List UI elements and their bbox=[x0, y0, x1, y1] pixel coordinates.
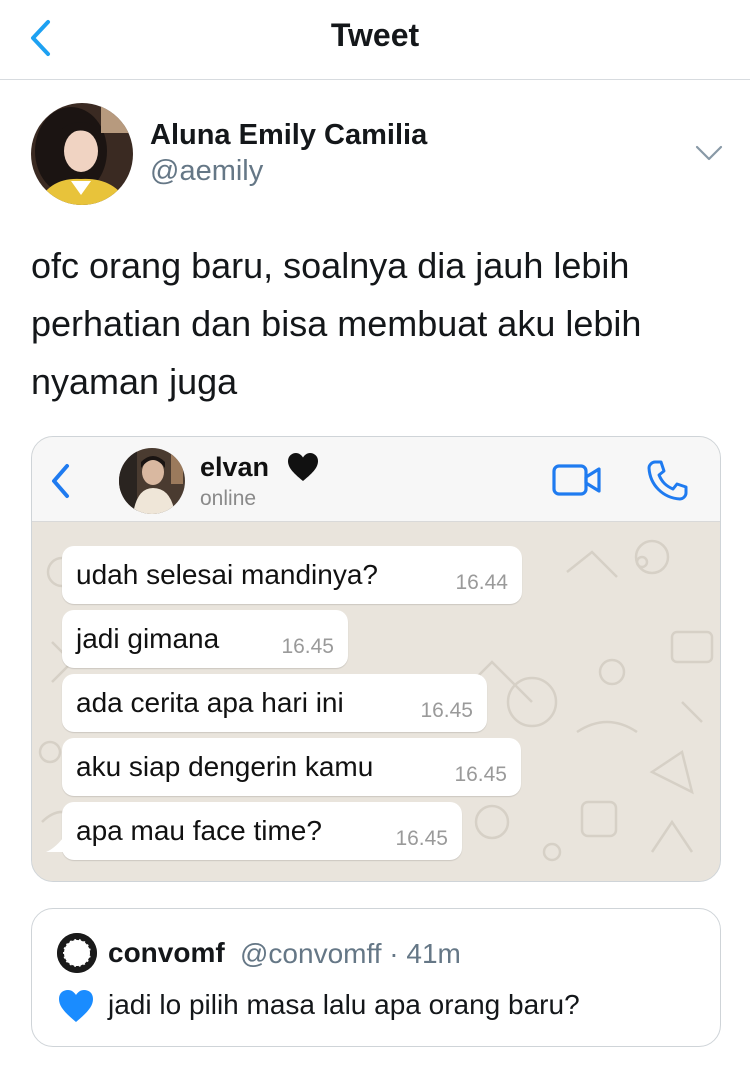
contact-name: elvan bbox=[200, 452, 270, 482]
quoted-author-avatar bbox=[57, 933, 97, 973]
message-time: 16.45 bbox=[420, 699, 473, 722]
video-call-icon bbox=[552, 464, 601, 496]
chat-header: elvan online bbox=[32, 437, 720, 522]
top-nav-bar: Tweet bbox=[0, 0, 750, 80]
author-handle[interactable]: @aemily bbox=[150, 155, 263, 188]
message-time: 16.45 bbox=[281, 635, 334, 658]
message-bubble: ada cerita apa hari ini 16.45 bbox=[62, 674, 487, 732]
author-avatar[interactable] bbox=[31, 103, 133, 205]
black-heart-icon bbox=[288, 453, 318, 481]
message-bubble: aku siap dengerin kamu 16.45 bbox=[62, 738, 521, 796]
message-bubble: apa mau face time? 16.45 bbox=[62, 802, 462, 860]
contact-avatar bbox=[119, 448, 185, 514]
blue-heart-icon bbox=[59, 990, 93, 1022]
bubble-tail bbox=[46, 834, 66, 852]
author-avatar-photo bbox=[31, 103, 133, 205]
message-time: 16.45 bbox=[454, 763, 507, 786]
message-text: udah selesai mandinya? bbox=[76, 559, 378, 590]
quoted-author-name: convomf bbox=[108, 937, 225, 968]
page-title: Tweet bbox=[330, 17, 420, 53]
message-text: apa mau face time? bbox=[76, 815, 322, 846]
message-bubble: jadi gimana 16.45 bbox=[62, 610, 348, 668]
phone-call-icon bbox=[647, 460, 688, 501]
quoted-tweet-text: jadi lo pilih masa lalu apa orang baru? bbox=[108, 989, 580, 1020]
chat-back-icon bbox=[52, 464, 69, 498]
message-text: aku siap dengerin kamu bbox=[76, 751, 374, 782]
quoted-author-handle: @convomff · 41m bbox=[240, 938, 461, 969]
message-time: 16.45 bbox=[395, 827, 448, 850]
quoted-tweet-card[interactable]: convomf @convomff · 41m jadi lo pilih ma… bbox=[31, 908, 721, 1047]
message-bubble: udah selesai mandinya? 16.44 bbox=[62, 546, 522, 604]
author-name[interactable]: Aluna Emily Camilia bbox=[150, 119, 427, 152]
tweet-media-image[interactable]: elvan online udah selesai mandinya? 16.4… bbox=[31, 436, 721, 882]
message-text: jadi gimana bbox=[76, 623, 220, 654]
message-time: 16.44 bbox=[455, 571, 508, 594]
chevron-down-icon[interactable] bbox=[694, 142, 724, 164]
tweet-text: ofc orang baru, soalnya dia jauh lebih p… bbox=[31, 245, 642, 402]
message-text: ada cerita apa hari ini bbox=[76, 687, 344, 718]
contact-status: online bbox=[200, 487, 257, 510]
